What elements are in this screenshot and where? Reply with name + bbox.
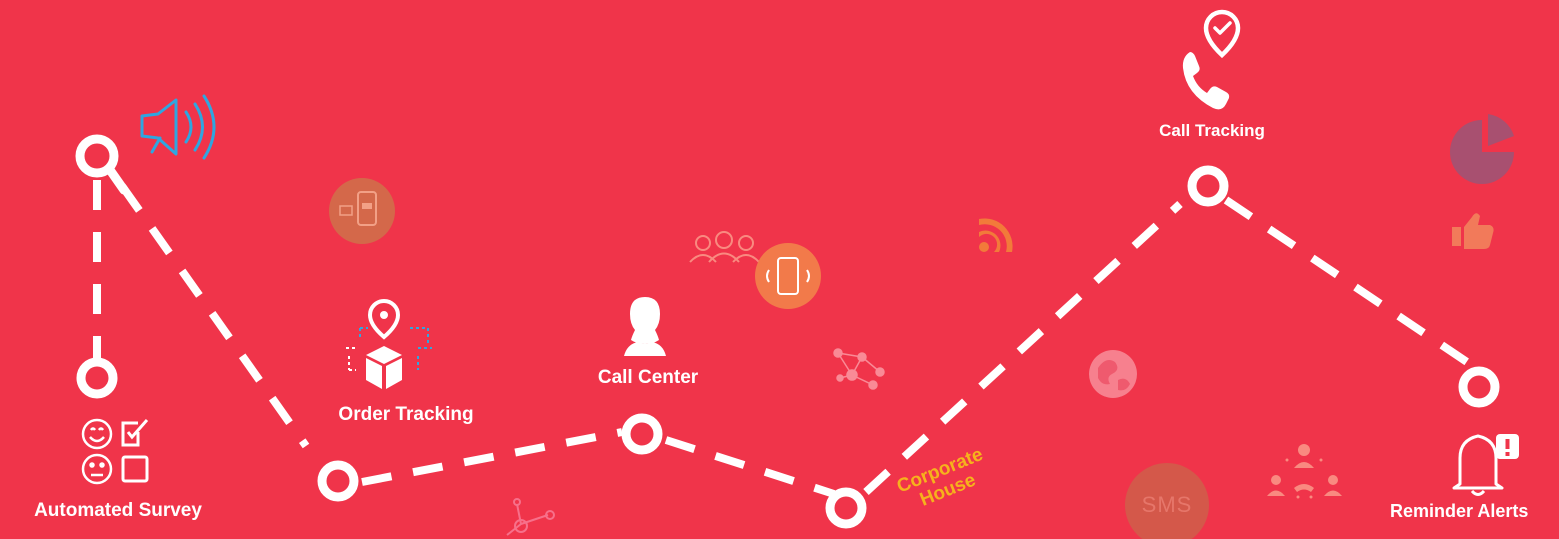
- mobile-message-icon: [329, 178, 395, 244]
- share-nodes-icon: [506, 498, 555, 536]
- sms-badge: SMS: [1125, 463, 1209, 539]
- order-tracking-label: Order Tracking: [338, 404, 474, 425]
- conference-icon: [1267, 444, 1342, 499]
- journey-path: [93, 180, 1473, 498]
- rss-icon: [979, 218, 1013, 252]
- users-group-icon: [689, 231, 760, 263]
- checkbox-checked-icon: [121, 419, 149, 447]
- call-tracking-node: [1187, 165, 1229, 207]
- agent-icon: [624, 297, 666, 356]
- call-center-node: [621, 413, 663, 455]
- order-tracking-node: [317, 460, 359, 502]
- automated-survey-node: [76, 357, 118, 399]
- sms-badge-text: SMS: [1141, 492, 1193, 517]
- phone-location-icon: [1182, 9, 1241, 110]
- reminder-alerts-node: [1458, 366, 1500, 408]
- location-box-icon: [346, 298, 432, 389]
- checkbox-empty-icon: [121, 455, 149, 483]
- corporate-house-node: [825, 487, 867, 529]
- bell-alert-icon: [1452, 434, 1519, 496]
- infographic-canvas: SMS Call Tracking Call Center Order Trac…: [0, 0, 1559, 539]
- thumbs-up-icon: [1452, 213, 1494, 249]
- call-tracking-label: Call Tracking: [1159, 121, 1265, 140]
- mobile-vibrate-icon: [755, 243, 821, 309]
- automated-survey-ring-tail: [105, 165, 129, 195]
- reminder-alerts-label: Reminder Alerts: [1390, 501, 1529, 521]
- milestone-markers: [75, 134, 1500, 529]
- call-center-label: Call Center: [597, 367, 699, 388]
- automated-survey-label: Automated Survey: [34, 500, 202, 521]
- megaphone-icon: [140, 94, 216, 160]
- journey-illustration: [75, 9, 1519, 536]
- network-icon: [833, 348, 885, 390]
- smiley-neutral-icon: [81, 453, 113, 485]
- pie-chart-icon: [1450, 114, 1514, 184]
- globe-icon: [1089, 350, 1137, 398]
- smiley-happy-icon: [81, 418, 113, 450]
